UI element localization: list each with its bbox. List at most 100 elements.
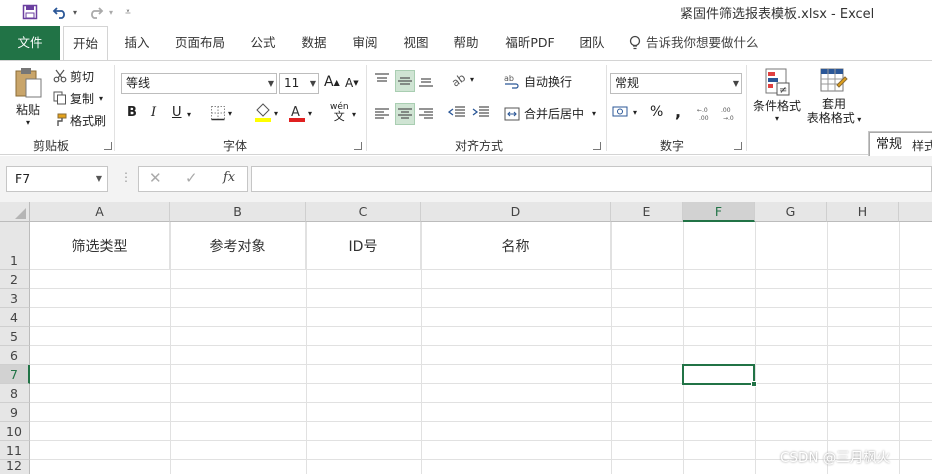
currency-icon bbox=[612, 105, 630, 119]
row-header-1[interactable]: 1 bbox=[0, 222, 30, 270]
tab-page-layout[interactable]: 页面布局 bbox=[170, 26, 230, 60]
fill-handle[interactable] bbox=[751, 381, 757, 387]
accounting-format-button[interactable]: ▾ bbox=[612, 105, 637, 119]
underline-button[interactable]: U bbox=[172, 105, 182, 120]
wrap-text-button[interactable]: ab 自动换行 bbox=[504, 73, 572, 90]
window-title: 紧固件筛选报表模板.xlsx - Excel bbox=[680, 7, 875, 22]
tab-review[interactable]: 审阅 bbox=[346, 26, 384, 60]
font-size-value: 11 bbox=[284, 76, 300, 90]
enter-icon[interactable]: ✓ bbox=[185, 169, 198, 187]
paint-bucket-icon bbox=[254, 103, 272, 123]
align-top-button[interactable] bbox=[374, 71, 392, 89]
active-cell-f7[interactable] bbox=[682, 364, 755, 385]
column-header-f[interactable]: F bbox=[683, 202, 755, 222]
column-header-h[interactable]: H bbox=[827, 202, 899, 222]
column-header-e[interactable]: E bbox=[611, 202, 683, 222]
align-left-button[interactable] bbox=[374, 105, 392, 123]
tab-home[interactable]: 开始 bbox=[63, 26, 108, 61]
tab-data[interactable]: 数据 bbox=[295, 26, 333, 60]
row-header-4[interactable]: 4 bbox=[0, 308, 30, 327]
redo-icon[interactable] bbox=[86, 2, 106, 22]
column-header-d[interactable]: D bbox=[421, 202, 611, 222]
decrease-decimal-button[interactable]: .00 →.0 bbox=[721, 105, 741, 121]
phonetic-dropdown-icon[interactable]: ▾ bbox=[352, 110, 356, 119]
shrink-font-icon[interactable]: A ▼ bbox=[345, 76, 359, 90]
row-header-12[interactable]: 12 bbox=[0, 458, 30, 474]
tab-formulas[interactable]: 公式 bbox=[244, 26, 282, 60]
underline-dropdown-icon[interactable]: ▾ bbox=[187, 110, 191, 119]
cut-button[interactable]: 剪切 bbox=[52, 66, 94, 86]
save-icon[interactable] bbox=[20, 2, 40, 22]
tab-insert[interactable]: 插入 bbox=[118, 26, 156, 60]
percent-style-button[interactable]: % bbox=[650, 104, 663, 120]
fill-color-button[interactable]: ▾ bbox=[254, 103, 278, 123]
format-as-table-button[interactable]: 套用 表格格式 ▾ bbox=[806, 67, 862, 131]
grow-font-icon[interactable]: A ▲ bbox=[324, 74, 340, 90]
column-header-c[interactable]: C bbox=[306, 202, 421, 222]
bold-button[interactable]: B bbox=[127, 105, 137, 120]
paste-button[interactable]: 粘贴 ▾ bbox=[8, 67, 48, 131]
alignment-group-label: 对齐方式 bbox=[454, 139, 503, 153]
chevron-down-icon: ▼ bbox=[267, 79, 274, 88]
align-bottom-button[interactable] bbox=[418, 71, 436, 89]
row-header-5[interactable]: 5 bbox=[0, 327, 30, 346]
clipboard-launcher-icon[interactable] bbox=[104, 142, 112, 150]
undo-dropdown-icon[interactable]: ▾ bbox=[70, 2, 80, 22]
number-launcher-icon[interactable] bbox=[734, 142, 742, 150]
select-all-corner[interactable] bbox=[0, 202, 30, 222]
row-header-6[interactable]: 6 bbox=[0, 346, 30, 365]
formula-input[interactable] bbox=[251, 166, 932, 192]
column-header-g[interactable]: G bbox=[755, 202, 827, 222]
font-size-select[interactable]: 11 ▼ bbox=[279, 73, 319, 94]
increase-decimal-button[interactable]: ←.0.00 bbox=[697, 105, 717, 121]
align-middle-button[interactable] bbox=[395, 70, 415, 92]
align-right-button[interactable] bbox=[418, 105, 436, 123]
decrease-indent-button[interactable] bbox=[448, 105, 466, 119]
copy-button[interactable]: 复制 ▾ bbox=[52, 88, 103, 108]
merge-center-button[interactable]: 合并后居中 ▾ bbox=[504, 105, 596, 122]
column-header-a[interactable]: A bbox=[30, 202, 170, 222]
customize-qat-icon[interactable]: ⩡ bbox=[122, 2, 134, 22]
tab-file[interactable]: 文件 bbox=[0, 26, 60, 60]
tell-me-search[interactable]: 告诉我你想要做什么 bbox=[628, 26, 759, 60]
styles-group-label: 样式 bbox=[912, 139, 932, 153]
comma-style-button[interactable]: , bbox=[675, 102, 681, 121]
phonetic-button[interactable]: wén 文 bbox=[330, 102, 349, 122]
column-header-next[interactable] bbox=[899, 202, 932, 222]
row-header-3[interactable]: 3 bbox=[0, 289, 30, 308]
italic-button[interactable]: I bbox=[151, 105, 156, 120]
row-header-7[interactable]: 7 bbox=[0, 365, 30, 384]
tell-me-text: 告诉我你想要做什么 bbox=[646, 35, 759, 50]
alignment-launcher-icon[interactable] bbox=[593, 142, 601, 150]
row-header-8[interactable]: 8 bbox=[0, 384, 30, 403]
borders-button[interactable]: ▾ bbox=[210, 105, 232, 121]
font-color-dropdown-icon: ▾ bbox=[308, 108, 313, 118]
row-header-2[interactable]: 2 bbox=[0, 270, 30, 289]
tab-help[interactable]: 帮助 bbox=[447, 26, 485, 60]
align-center-button[interactable] bbox=[395, 103, 415, 125]
conditional-formatting-button[interactable]: ≠ 条件格式 ▾ bbox=[750, 67, 804, 131]
row-header-9[interactable]: 9 bbox=[0, 403, 30, 422]
font-name-select[interactable]: 等线 ▼ bbox=[121, 73, 277, 94]
name-box[interactable]: F7 ▼ bbox=[6, 166, 108, 192]
font-launcher-icon[interactable] bbox=[354, 142, 362, 150]
borders-dropdown-icon: ▾ bbox=[228, 108, 233, 118]
row-header-10[interactable]: 10 bbox=[0, 422, 30, 441]
orientation-button[interactable]: ab ▾ bbox=[450, 71, 474, 87]
insert-function-icon[interactable]: fx bbox=[223, 170, 235, 185]
format-as-table-label-2: 表格格式 bbox=[806, 111, 855, 125]
tab-team[interactable]: 团队 bbox=[573, 26, 611, 60]
tab-view[interactable]: 视图 bbox=[397, 26, 435, 60]
font-group-label: 字体 bbox=[222, 139, 247, 153]
increase-indent-button[interactable] bbox=[472, 105, 490, 119]
font-color-button[interactable]: A ▾ bbox=[288, 103, 312, 123]
paste-label: 粘贴 bbox=[15, 103, 40, 117]
column-header-b[interactable]: B bbox=[170, 202, 306, 222]
undo-icon[interactable] bbox=[50, 2, 70, 22]
formula-bar-grip-icon[interactable]: ⋮ bbox=[120, 170, 132, 184]
cancel-icon[interactable]: ✕ bbox=[149, 169, 162, 187]
redo-dropdown-icon[interactable]: ▾ bbox=[106, 2, 116, 22]
format-painter-button[interactable]: 格式刷 bbox=[52, 110, 106, 130]
tab-foxit-pdf[interactable]: 福昕PDF bbox=[500, 26, 560, 60]
number-format-select[interactable]: 常规 ▼ bbox=[610, 73, 742, 94]
